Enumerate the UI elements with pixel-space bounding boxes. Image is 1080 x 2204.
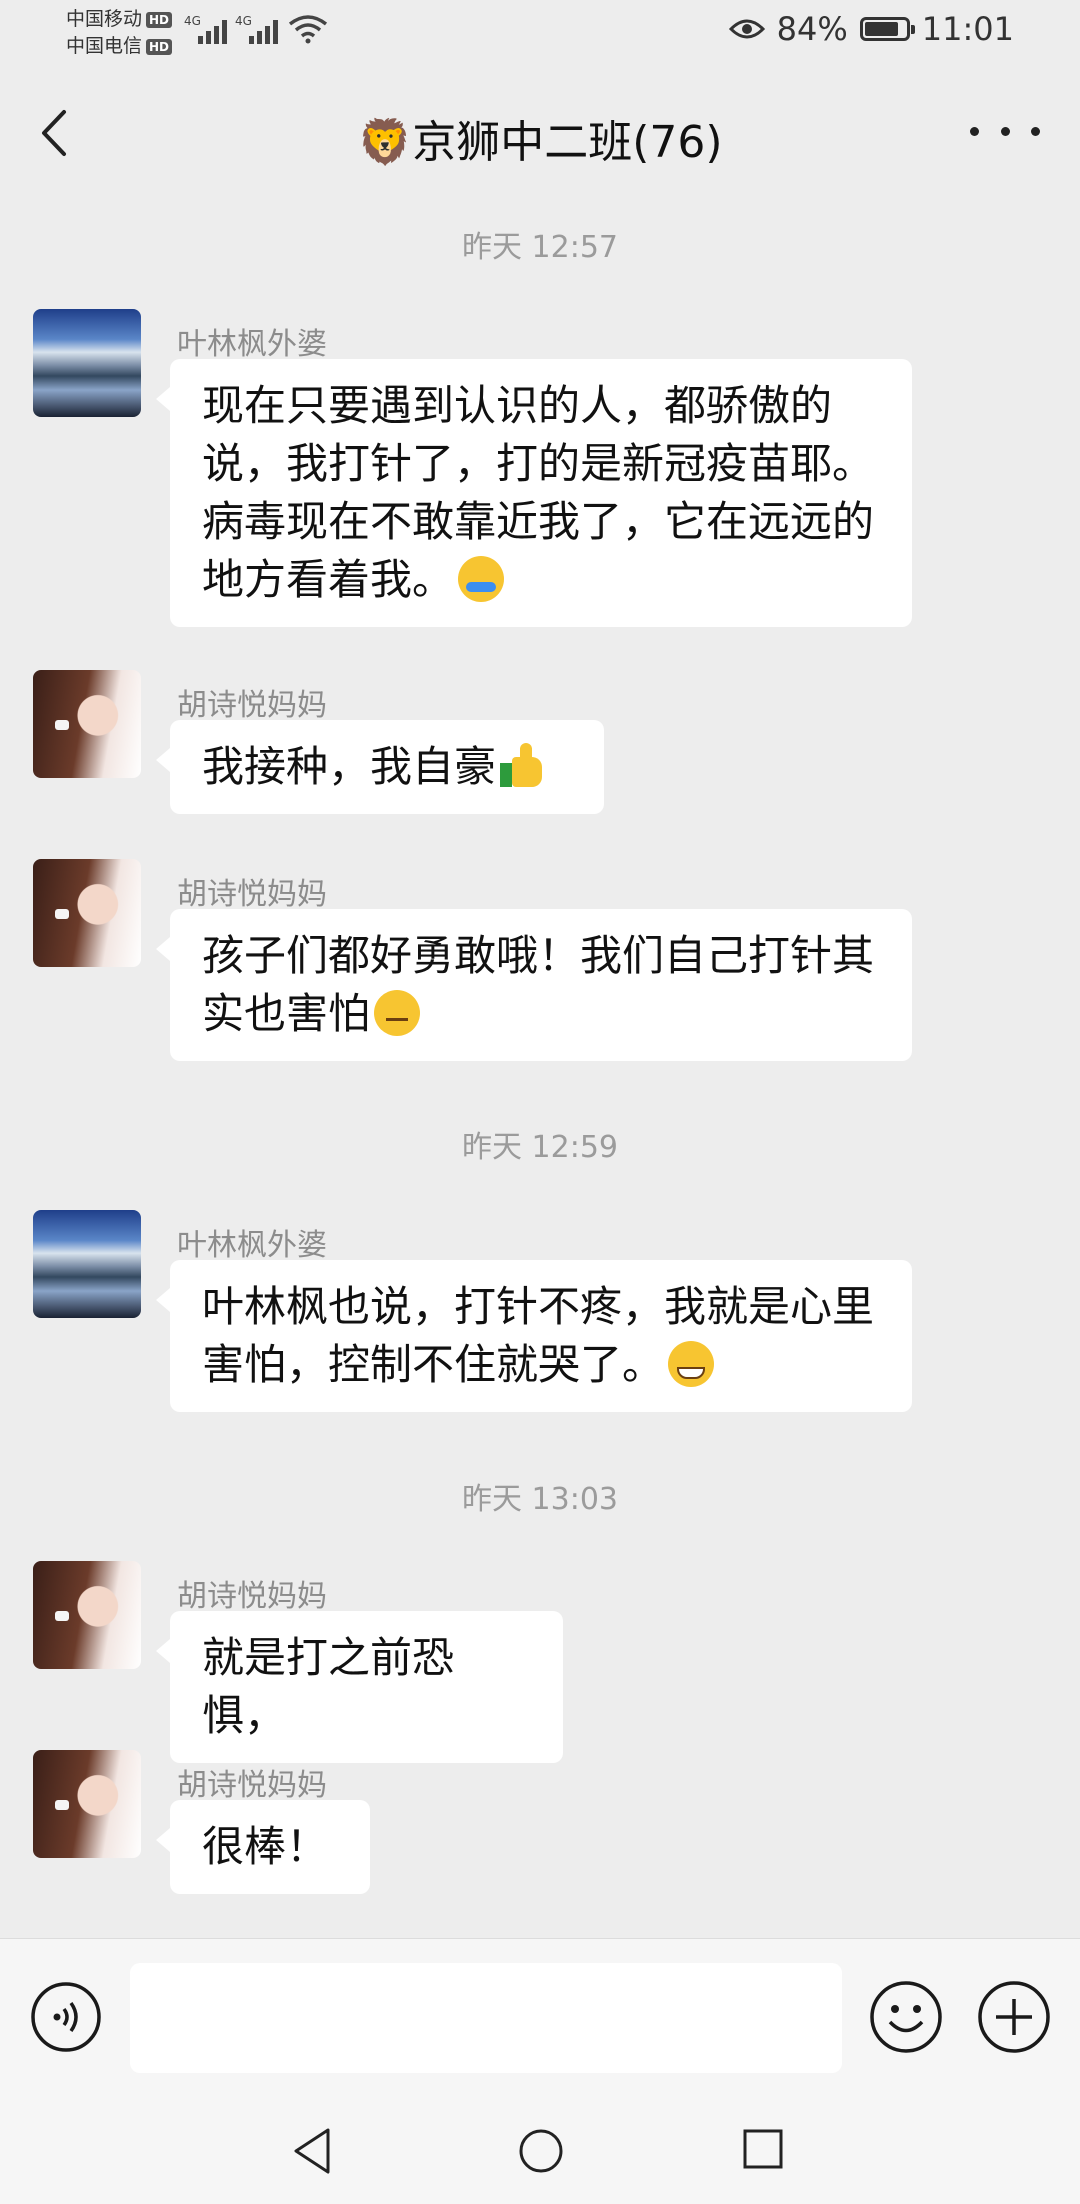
message-bubble[interactable]: 孩子们都好勇敢哦！我们自己打针其实也害怕 xyxy=(156,909,912,1061)
chat-header: 🦁京狮中二班(76) xyxy=(0,70,1080,196)
avatar[interactable] xyxy=(33,309,141,417)
message-text: 就是打之前恐惧， xyxy=(202,1633,455,1740)
avatar[interactable] xyxy=(33,670,141,778)
clock: 11:01 xyxy=(921,10,1014,48)
signal-icon: 4G xyxy=(184,14,227,44)
battery-icon xyxy=(859,17,915,41)
avatar[interactable] xyxy=(33,859,141,967)
message-text: 孩子们都好勇敢哦！我们自己打针其实也害怕 xyxy=(202,931,875,1038)
message-input[interactable] xyxy=(130,1963,842,2073)
timestamp: 昨天 12:57 xyxy=(462,230,618,265)
emoji-icon[interactable] xyxy=(868,1979,944,2055)
thinking-emoji-icon xyxy=(374,990,421,1036)
signal-icon: 4G xyxy=(235,14,278,44)
timestamp: 昨天 12:59 xyxy=(462,1130,618,1165)
more-options-button[interactable] xyxy=(970,106,1040,156)
carrier-info: 中国移动 HD 中国电信 HD xyxy=(66,6,173,60)
battery-level xyxy=(864,22,899,36)
carrier-1: 中国移动 xyxy=(66,8,143,30)
sender-name: 胡诗悦妈妈 xyxy=(177,1768,327,1803)
message-bubble[interactable]: 叶林枫也说，打针不疼，我就是心里害怕，控制不住就哭了。 xyxy=(156,1260,912,1412)
sender-name: 叶林枫外婆 xyxy=(177,327,327,362)
eye-icon xyxy=(728,19,765,39)
chat-title: 🦁京狮中二班(76) xyxy=(357,117,723,168)
sender-name: 胡诗悦妈妈 xyxy=(177,877,327,912)
status-right: 84% 11:01 xyxy=(728,10,1014,48)
crying-laughing-emoji-icon xyxy=(458,556,505,602)
message-bubble[interactable]: 我接种，我自豪 xyxy=(156,720,604,814)
status-bar: 中国移动 HD 中国电信 HD 4G 4G 84% 11:01 xyxy=(0,0,1080,70)
input-bar xyxy=(0,1938,1080,2099)
hd-badge: HD xyxy=(146,38,173,55)
avatar[interactable] xyxy=(33,1561,141,1669)
avatar[interactable] xyxy=(33,1750,141,1858)
back-triangle-icon[interactable] xyxy=(290,2126,334,2176)
voice-icon[interactable] xyxy=(30,1981,102,2053)
avatar[interactable] xyxy=(33,1210,141,1318)
grinning-emoji-icon xyxy=(668,1341,715,1387)
message-bubble[interactable]: 现在只要遇到认识的人，都骄傲的说，我打针了，打的是新冠疫苗耶。病毒现在不敢靠近我… xyxy=(156,359,912,627)
message-text: 叶林枫也说，打针不疼，我就是心里害怕，控制不住就哭了。 xyxy=(202,1282,875,1389)
plus-icon[interactable] xyxy=(976,1979,1052,2055)
sender-name: 胡诗悦妈妈 xyxy=(177,1579,327,1614)
battery-percent: 84% xyxy=(776,10,848,48)
message-bubble[interactable]: 很棒！ xyxy=(156,1800,370,1894)
message-text: 现在只要遇到认识的人，都骄傲的说，我打针了，打的是新冠疫苗耶。病毒现在不敢靠近我… xyxy=(202,381,875,604)
recent-square-icon[interactable] xyxy=(742,2128,784,2170)
home-circle-icon[interactable] xyxy=(518,2128,564,2174)
system-nav-bar xyxy=(0,2098,1080,2204)
hd-badge: HD xyxy=(146,11,173,28)
thumbs-up-emoji-icon xyxy=(500,743,546,789)
message-text: 很棒！ xyxy=(202,1822,329,1871)
sender-name: 叶林枫外婆 xyxy=(177,1228,327,1263)
message-bubble[interactable]: 就是打之前恐惧， xyxy=(156,1611,563,1763)
sender-name: 胡诗悦妈妈 xyxy=(177,688,327,723)
signal-indicators: 4G 4G xyxy=(184,14,328,44)
timestamp: 昨天 13:03 xyxy=(462,1482,618,1517)
message-text: 我接种，我自豪 xyxy=(202,742,497,791)
wifi-icon xyxy=(288,15,328,44)
carrier-2: 中国电信 xyxy=(66,35,143,57)
